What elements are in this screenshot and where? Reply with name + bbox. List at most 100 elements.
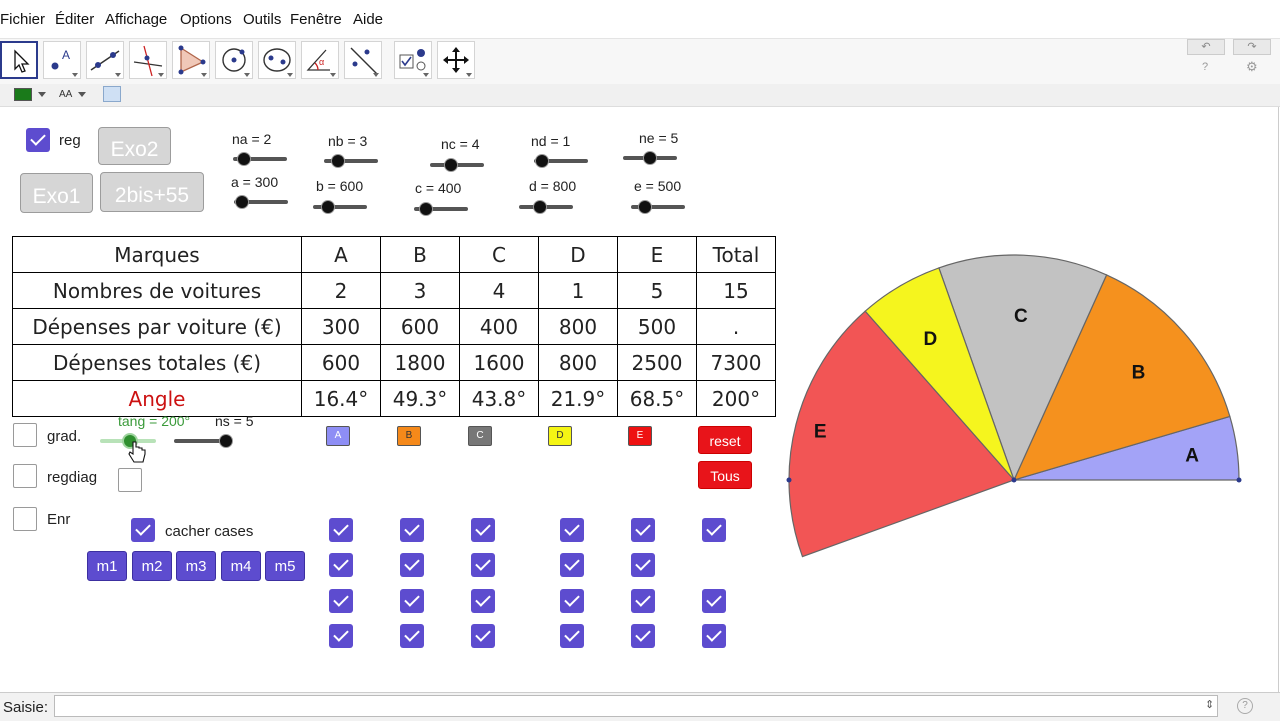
grid-checkbox[interactable]: [400, 553, 424, 577]
text-size-dropdown-icon[interactable]: [78, 92, 86, 97]
circle-tool-button[interactable]: [215, 41, 253, 79]
slider-na-knob[interactable]: [237, 152, 251, 166]
legend-button-b[interactable]: B: [397, 426, 421, 446]
m1-button[interactable]: m1: [87, 551, 127, 581]
legend-button-a[interactable]: A: [326, 426, 350, 446]
slider-a-knob[interactable]: [235, 195, 249, 209]
slider-b-knob[interactable]: [321, 200, 335, 214]
grid-checkbox[interactable]: [471, 589, 495, 613]
table-cell-angle-header: Angle: [12, 380, 302, 417]
slider-b-label: b = 600: [316, 178, 364, 194]
slider-nc-knob[interactable]: [444, 158, 458, 172]
grid-checkbox[interactable]: [400, 518, 424, 542]
grid-checkbox[interactable]: [560, 624, 584, 648]
grid-checkbox[interactable]: [329, 624, 353, 648]
regdiag-extra-checkbox[interactable]: [118, 468, 142, 492]
exo2-button[interactable]: Exo2: [98, 127, 171, 165]
polygon-tool-button[interactable]: [172, 41, 210, 79]
reset-button[interactable]: reset: [698, 426, 752, 454]
table-cell: 600: [301, 344, 381, 381]
regdiag-checkbox[interactable]: [13, 464, 37, 488]
slider-d-knob[interactable]: [533, 200, 547, 214]
table-cell: 16.4°: [301, 380, 381, 417]
slider-c-knob[interactable]: [419, 202, 433, 216]
color-swatch[interactable]: [14, 88, 32, 101]
ellipse-tool-button[interactable]: [258, 41, 296, 79]
slider-nd-label: nd = 1: [531, 133, 571, 149]
move-graphics-tool-button[interactable]: [437, 41, 475, 79]
saisie-label: Saisie:: [3, 699, 49, 716]
menu-outils[interactable]: Outils: [243, 11, 281, 28]
grid-checkbox[interactable]: [471, 518, 495, 542]
grid-checkbox[interactable]: [560, 553, 584, 577]
legend-button-e[interactable]: E: [628, 426, 652, 446]
input-field[interactable]: [54, 695, 1218, 717]
svg-text:A: A: [62, 48, 70, 62]
2bis-button[interactable]: 2bis+55: [100, 172, 204, 212]
grid-checkbox[interactable]: [702, 624, 726, 648]
grid-checkbox[interactable]: [400, 624, 424, 648]
reflect-tool-button[interactable]: [344, 41, 382, 79]
enr-checkbox[interactable]: [13, 507, 37, 531]
grid-checkbox[interactable]: [329, 589, 353, 613]
grid-checkbox[interactable]: [702, 589, 726, 613]
grid-checkbox[interactable]: [631, 553, 655, 577]
help-icon[interactable]: ?: [1202, 61, 1208, 73]
menu-affichage[interactable]: Affichage: [105, 11, 167, 28]
grad-checkbox[interactable]: [13, 423, 37, 447]
m5-button[interactable]: m5: [265, 551, 305, 581]
input-help-icon[interactable]: ?: [1237, 698, 1253, 714]
move-tool-button[interactable]: [0, 41, 38, 79]
m4-button[interactable]: m4: [221, 551, 261, 581]
line-tool-button[interactable]: [86, 41, 124, 79]
table-cell: 68.5°: [617, 380, 697, 417]
table-cell: D: [538, 236, 618, 273]
menu-aide[interactable]: Aide: [353, 11, 383, 28]
m2-button[interactable]: m2: [132, 551, 172, 581]
perpendicular-line-tool-button[interactable]: [129, 41, 167, 79]
grid-checkbox[interactable]: [329, 553, 353, 577]
tous-button[interactable]: Tous: [698, 461, 752, 489]
slider-nb-knob[interactable]: [331, 154, 345, 168]
menu-editer[interactable]: Éditer: [55, 11, 94, 28]
reg-checkbox[interactable]: [26, 128, 50, 152]
table-cell: 1600: [459, 344, 539, 381]
slider-tool-button[interactable]: [394, 41, 432, 79]
table-row: Dépenses totales (€) 600 1800 1600 800 2…: [12, 344, 776, 381]
legend-button-c[interactable]: C: [468, 426, 492, 446]
grid-checkbox[interactable]: [560, 589, 584, 613]
legend-button-d[interactable]: D: [548, 426, 572, 446]
menu-fichier[interactable]: Fichier: [0, 11, 45, 28]
slider-e-knob[interactable]: [638, 200, 652, 214]
toolbar: A α ↶ ↷ ? ⚙: [0, 38, 1280, 86]
grid-checkbox[interactable]: [631, 589, 655, 613]
exo1-button[interactable]: Exo1: [20, 173, 93, 213]
table-cell: 800: [538, 344, 618, 381]
grid-checkbox[interactable]: [631, 518, 655, 542]
grid-checkbox[interactable]: [471, 553, 495, 577]
grid-checkbox[interactable]: [560, 518, 584, 542]
menu-options[interactable]: Options: [180, 11, 232, 28]
menu-fenetre[interactable]: Fenêtre: [290, 11, 342, 28]
grid-checkbox[interactable]: [400, 589, 424, 613]
color-dropdown-icon[interactable]: [38, 92, 46, 97]
ns-slider-knob[interactable]: [219, 434, 233, 448]
grid-checkbox[interactable]: [702, 518, 726, 542]
cacher-cases-checkbox[interactable]: [131, 518, 155, 542]
angle-tool-button[interactable]: α: [301, 41, 339, 79]
slider-ne-knob[interactable]: [643, 151, 657, 165]
input-dropdown-icon[interactable]: ⇕: [1205, 698, 1214, 711]
text-size-icon[interactable]: AA: [59, 89, 72, 100]
m3-button[interactable]: m3: [176, 551, 216, 581]
slider-nd-knob[interactable]: [535, 154, 549, 168]
redo-button[interactable]: ↷: [1233, 39, 1271, 55]
table-cell: Dépenses totales (€): [12, 344, 302, 381]
point-tool-button[interactable]: A: [43, 41, 81, 79]
svg-text:α: α: [319, 57, 324, 67]
settings-gear-icon[interactable]: ⚙: [1246, 59, 1258, 75]
grid-checkbox[interactable]: [329, 518, 353, 542]
grid-checkbox[interactable]: [471, 624, 495, 648]
pin-icon[interactable]: [103, 86, 121, 102]
undo-button[interactable]: ↶: [1187, 39, 1225, 55]
grid-checkbox[interactable]: [631, 624, 655, 648]
